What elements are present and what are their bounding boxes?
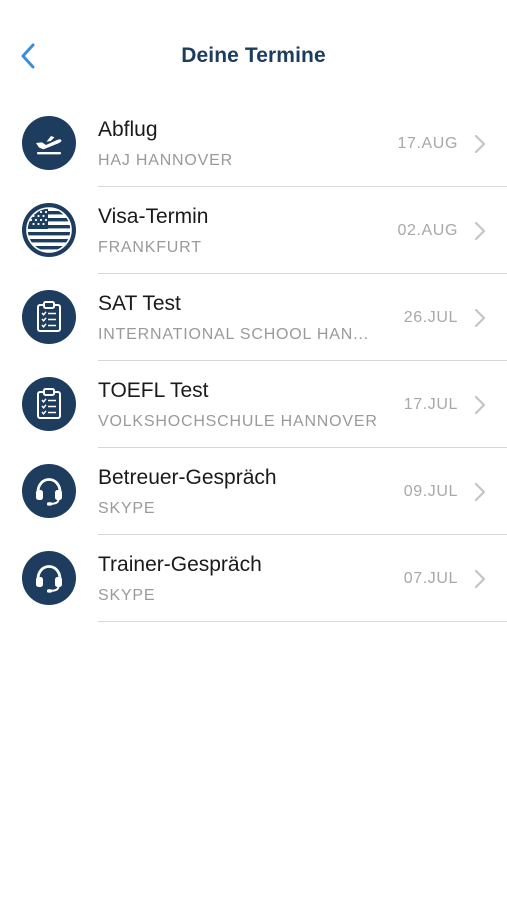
appointment-location: INTERNATIONAL SCHOOL HAN...: [98, 326, 369, 343]
appointment-title: Trainer-Gespräch: [98, 553, 262, 576]
navigation-bar: Deine Termine: [0, 0, 507, 112]
clipboard-checklist-icon: [22, 377, 76, 431]
appointment-title: SAT Test: [98, 292, 181, 315]
appointment-title: TOEFL Test: [98, 379, 209, 402]
appointment-date: 26.JUL: [403, 309, 458, 326]
chevron-right-icon: [474, 395, 486, 415]
headset-icon: [22, 464, 76, 518]
appointment-title: Betreuer-Gespräch: [98, 466, 277, 489]
appointment-location: FRANKFURT: [98, 239, 202, 256]
appointment-row-toefl-test[interactable]: TOEFL Test VOLKSHOCHSCHULE HANNOVER 17.J…: [0, 361, 507, 448]
airplane-departure-icon: [22, 116, 76, 170]
appointment-date: 02.AUG: [397, 222, 458, 239]
chevron-right-icon: [474, 221, 486, 241]
appointment-title: Visa-Termin: [98, 205, 209, 228]
us-flag-icon: [22, 203, 76, 257]
headset-icon: [22, 551, 76, 605]
appointment-date: 17.JUL: [403, 396, 458, 413]
chevron-right-icon: [474, 569, 486, 589]
appointment-location: SKYPE: [98, 587, 156, 604]
appointment-location: SKYPE: [98, 500, 156, 517]
appointment-date: 09.JUL: [403, 483, 458, 500]
appointment-location: HAJ HANNOVER: [98, 152, 233, 169]
appointment-row-sat-test[interactable]: SAT Test INTERNATIONAL SCHOOL HAN... 26.…: [0, 274, 507, 361]
chevron-right-icon: [474, 308, 486, 328]
appointment-row-abflug[interactable]: Abflug HAJ HANNOVER 17.AUG: [0, 100, 507, 187]
row-separator: [98, 621, 507, 622]
appointment-row-trainer-gespraech[interactable]: Trainer-Gespräch SKYPE 07.JUL: [0, 535, 507, 622]
clipboard-checklist-icon: [22, 290, 76, 344]
appointment-row-visa-termin[interactable]: Visa-Termin FRANKFURT 02.AUG: [0, 187, 507, 274]
appointment-date: 07.JUL: [403, 570, 458, 587]
chevron-right-icon: [474, 134, 486, 154]
appointment-title: Abflug: [98, 118, 158, 141]
appointment-row-betreuer-gespraech[interactable]: Betreuer-Gespräch SKYPE 09.JUL: [0, 448, 507, 535]
appointment-date: 17.AUG: [397, 135, 458, 152]
appointment-list: Abflug HAJ HANNOVER 17.AUG Visa-Termin F…: [0, 100, 507, 622]
chevron-right-icon: [474, 482, 486, 502]
appointment-location: VOLKSHOCHSCHULE HANNOVER: [98, 413, 378, 430]
page-title: Deine Termine: [181, 44, 326, 67]
